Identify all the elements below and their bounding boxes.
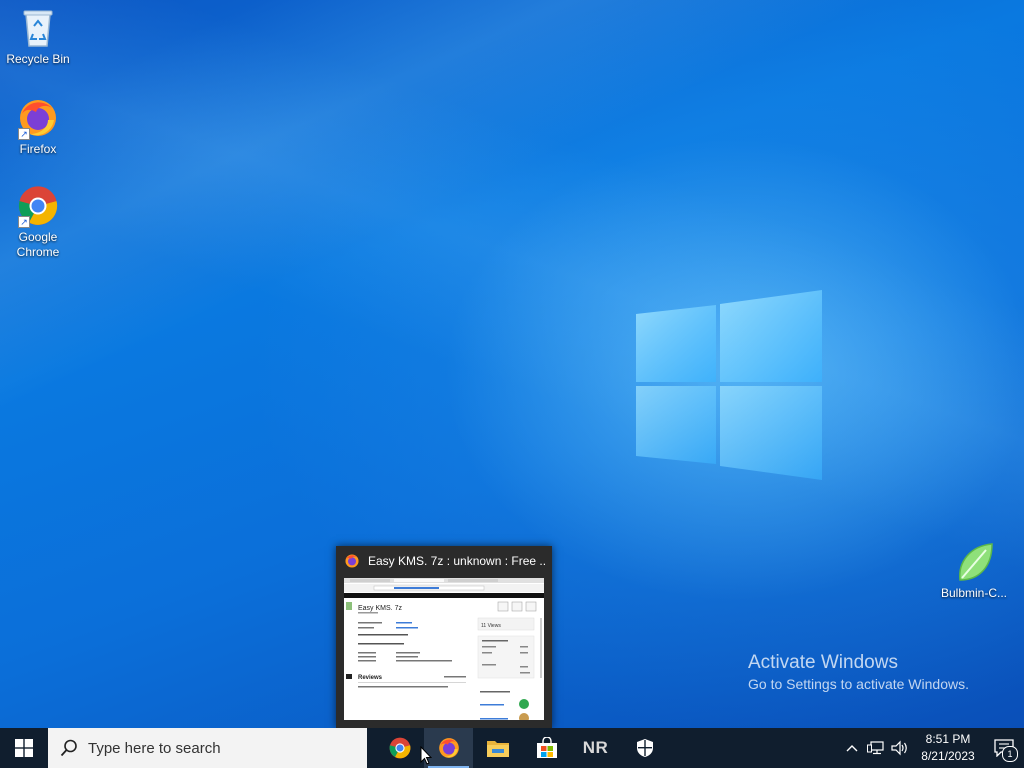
desktop-icon-chrome[interactable]: ↗ Google Chrome xyxy=(0,184,76,260)
taskbar-app-store[interactable] xyxy=(522,728,571,768)
recycle-bin-icon xyxy=(16,6,60,50)
chrome-icon: ↗ xyxy=(16,184,60,228)
desktop-icon-label: Firefox xyxy=(19,142,57,156)
desktop-icon-label: Recycle Bin xyxy=(6,52,70,66)
network-button[interactable] xyxy=(864,728,888,768)
taskbar-app-nr[interactable]: NR xyxy=(571,728,620,768)
preview-title: Easy KMS. 7z : unknown : Free ... xyxy=(368,554,546,568)
action-center-button[interactable]: 1 xyxy=(984,728,1024,768)
desktop-icon-recycle-bin[interactable]: Recycle Bin xyxy=(0,6,76,67)
preview-title-bar: Easy KMS. 7z : unknown : Free ... xyxy=(336,546,552,576)
windows-logo-wallpaper xyxy=(636,290,822,480)
nr-icon: NR xyxy=(582,738,609,757)
firefox-icon xyxy=(345,554,359,568)
desktop-icon-label: Google Chrome xyxy=(16,230,60,259)
clock-date: 8/21/2023 xyxy=(921,749,975,763)
chrome-icon xyxy=(389,737,410,759)
volume-button[interactable] xyxy=(888,728,912,768)
system-tray: 8:51 PM 8/21/2023 1 xyxy=(840,728,1024,768)
folder-icon xyxy=(486,741,509,757)
preview-page-heading: Easy KMS. 7z xyxy=(358,605,402,612)
windows-start-icon xyxy=(15,739,33,757)
preview-views-label: 11 Views xyxy=(481,623,501,629)
leaf-icon xyxy=(952,540,996,584)
firefox-icon xyxy=(438,738,459,758)
desktop-icon-label: Bulbmin-C... xyxy=(940,586,1008,600)
shield-icon xyxy=(636,739,653,757)
activate-windows-watermark: Activate Windows Go to Settings to activ… xyxy=(748,652,969,694)
activate-windows-subtitle: Go to Settings to activate Windows. xyxy=(748,676,969,692)
shortcut-arrow-icon: ↗ xyxy=(18,128,30,140)
mouse-cursor-icon xyxy=(420,746,432,765)
desktop: Recycle Bin ↗ Firefox ↗ Google Chrome Bu… xyxy=(0,0,1024,728)
taskbar-app-windows-security[interactable] xyxy=(620,728,669,768)
taskbar-app-file-explorer[interactable] xyxy=(473,728,522,768)
taskbar-clock[interactable]: 8:51 PM 8/21/2023 xyxy=(912,731,984,765)
taskbar-app-chrome[interactable] xyxy=(375,728,424,768)
clock-time: 8:51 PM xyxy=(925,732,971,746)
taskbar-search-box[interactable]: Type here to search xyxy=(48,728,367,768)
activate-windows-title: Activate Windows xyxy=(748,652,898,673)
search-icon xyxy=(60,739,77,757)
show-hidden-icons-button[interactable] xyxy=(840,728,864,768)
taskbar: Type here to search NR 8:51 PM 8/21/2023… xyxy=(0,728,1024,768)
taskbar-thumbnail-preview[interactable]: Easy KMS. 7z : unknown : Free ... Easy K… xyxy=(336,546,552,728)
desktop-icon-firefox[interactable]: ↗ Firefox xyxy=(0,96,76,157)
firefox-icon: ↗ xyxy=(16,96,60,140)
start-button[interactable] xyxy=(0,728,48,768)
preview-reviews-label: Reviews xyxy=(358,675,383,681)
store-icon xyxy=(536,737,557,758)
notification-count-badge: 1 xyxy=(1002,746,1018,762)
preview-page-thumbnail: Easy KMS. 7z 11 Views Reviews xyxy=(344,578,544,720)
chevron-up-icon xyxy=(846,745,858,752)
desktop-icon-bulbmin[interactable]: Bulbmin-C... xyxy=(936,540,1012,601)
search-placeholder: Type here to search xyxy=(88,739,221,757)
speaker-icon xyxy=(891,740,907,756)
shortcut-arrow-icon: ↗ xyxy=(18,216,30,228)
network-icon xyxy=(867,741,884,755)
